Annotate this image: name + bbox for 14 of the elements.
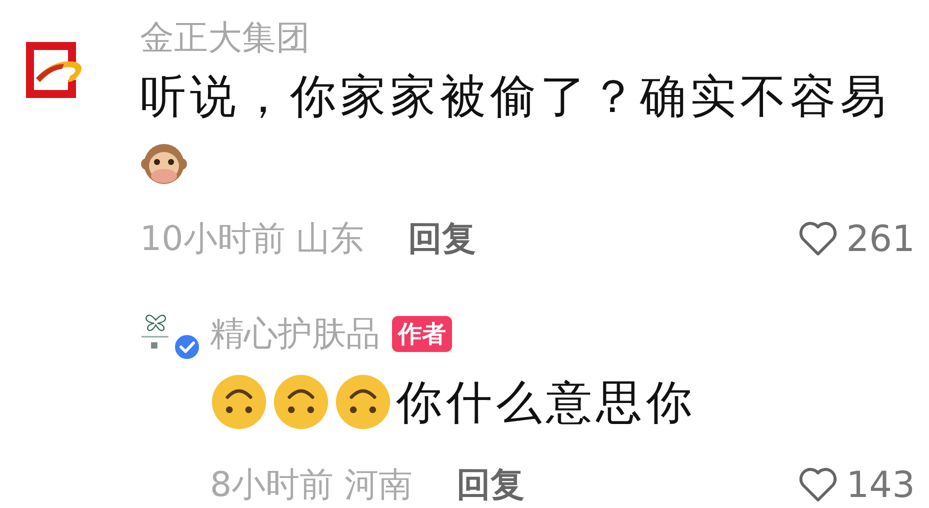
time-location: 8小时前 河南 [210, 464, 412, 507]
heart-icon[interactable] [798, 221, 838, 257]
comment-text: 你什么意思你 [396, 374, 696, 431]
upside-down-face-emoji-icon [272, 373, 330, 431]
upside-down-face-emoji-icon [334, 373, 392, 431]
comment-text: 听说，你家家被偷了？确实不容易 [140, 68, 890, 125]
reply-button[interactable]: 回复 [408, 216, 476, 262]
upside-down-face-emoji-icon [210, 373, 268, 431]
heart-icon[interactable] [798, 467, 838, 503]
author-tag: 作者 [392, 316, 452, 352]
time-location: 10小时前 山东 [140, 218, 364, 261]
reply-button[interactable]: 回复 [456, 462, 524, 508]
like-count: 261 [846, 218, 915, 260]
like-count: 143 [846, 464, 915, 506]
